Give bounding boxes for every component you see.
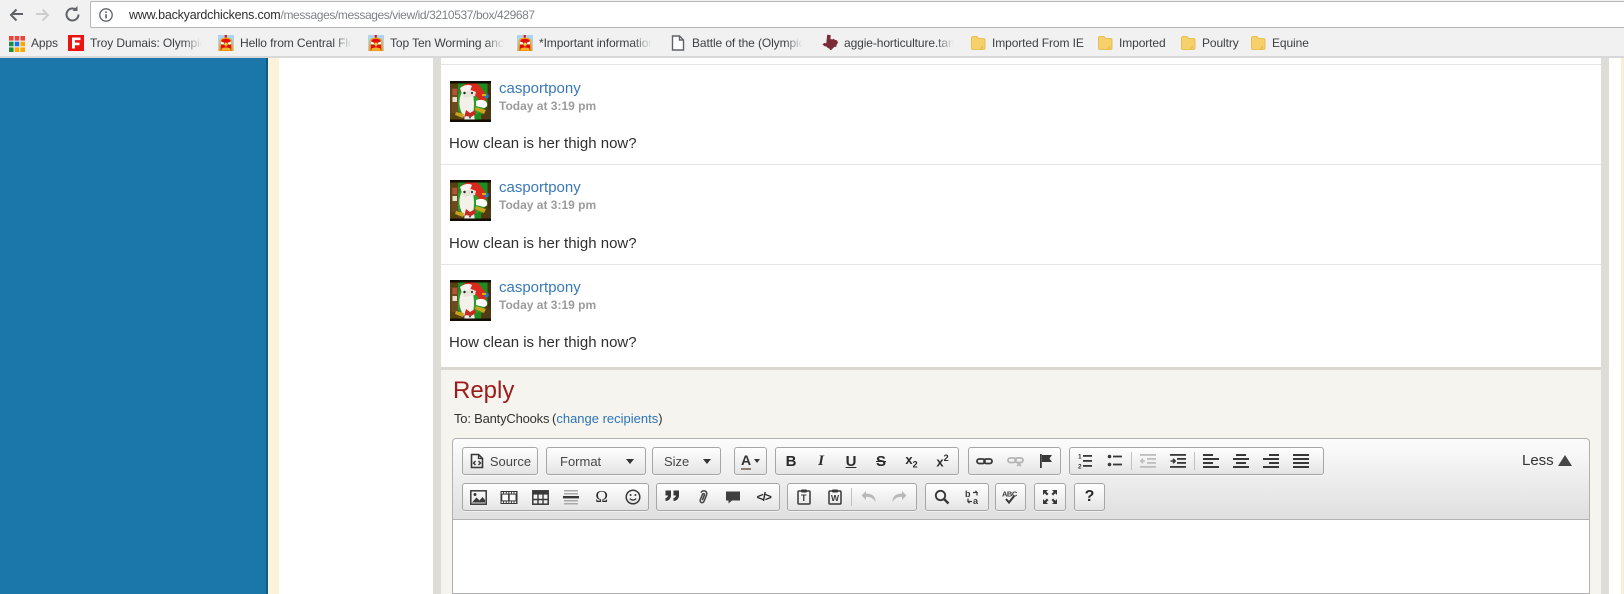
svg-text:b: b (965, 489, 971, 499)
svg-text:W: W (831, 493, 840, 503)
svg-text:ABC: ABC (1002, 490, 1018, 499)
svg-text:T: T (801, 493, 807, 503)
svg-text:1: 1 (1078, 454, 1082, 461)
svg-text:2: 2 (1078, 464, 1082, 470)
svg-text:a: a (973, 496, 979, 505)
